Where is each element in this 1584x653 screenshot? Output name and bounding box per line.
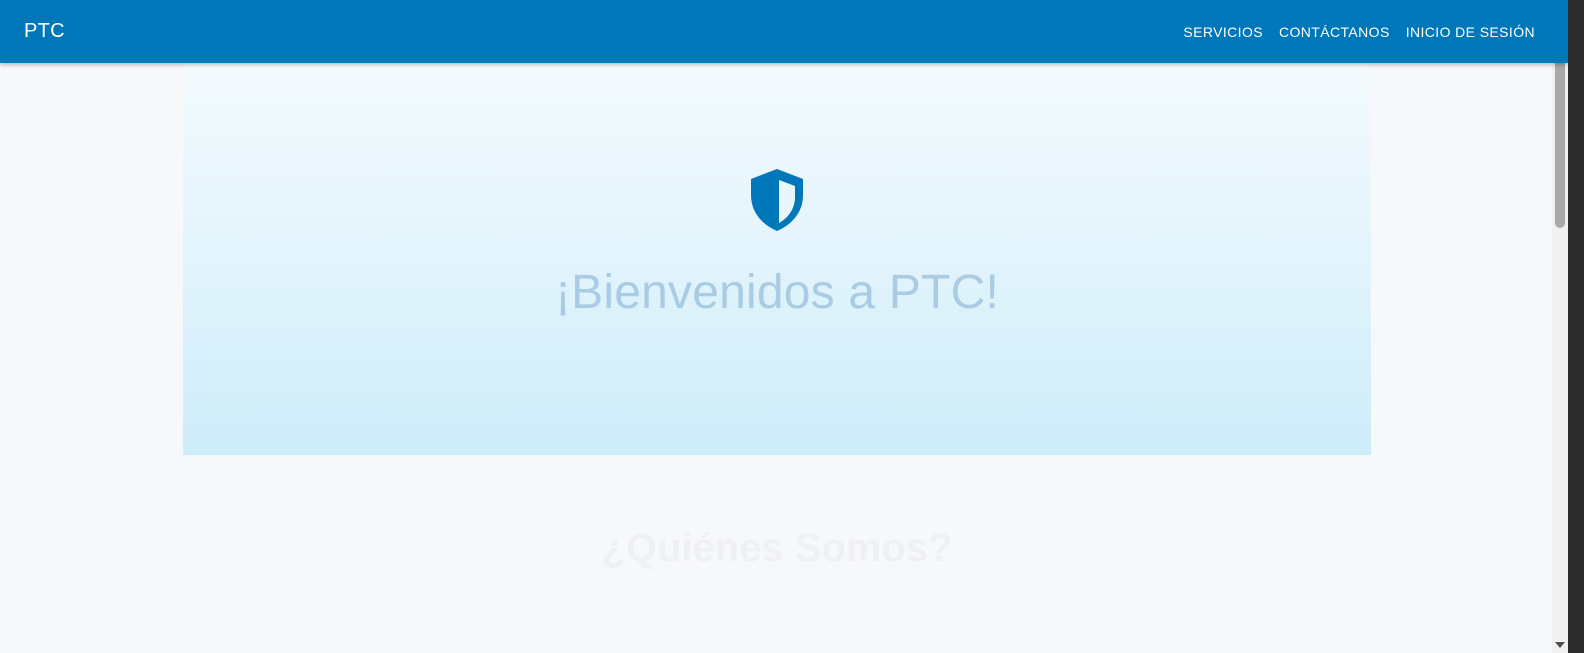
hero-banner: ¡Bienvenidos a PTC! xyxy=(183,63,1371,455)
nav-servicios-link[interactable]: SERVICIOS xyxy=(1183,24,1263,40)
page-viewport: PTC SERVICIOS CONTÁCTANOS INICIO DE SESI… xyxy=(0,0,1568,653)
about-section-title: ¿Quiénes Somos? xyxy=(601,526,953,570)
window-edge xyxy=(1568,0,1584,653)
brand-logo[interactable]: PTC xyxy=(24,20,65,43)
main-nav: SERVICIOS CONTÁCTANOS INICIO DE SESIÓN xyxy=(1183,24,1535,40)
vertical-scrollbar[interactable] xyxy=(1552,0,1568,653)
nav-contactanos-link[interactable]: CONTÁCTANOS xyxy=(1279,24,1390,40)
nav-login-link[interactable]: INICIO DE SESIÓN xyxy=(1406,24,1535,40)
shield-icon xyxy=(751,169,803,231)
top-app-bar: PTC SERVICIOS CONTÁCTANOS INICIO DE SESI… xyxy=(0,0,1568,63)
scroll-down-arrow-icon[interactable] xyxy=(1552,637,1568,653)
hero-title: ¡Bienvenidos a PTC! xyxy=(554,266,999,319)
